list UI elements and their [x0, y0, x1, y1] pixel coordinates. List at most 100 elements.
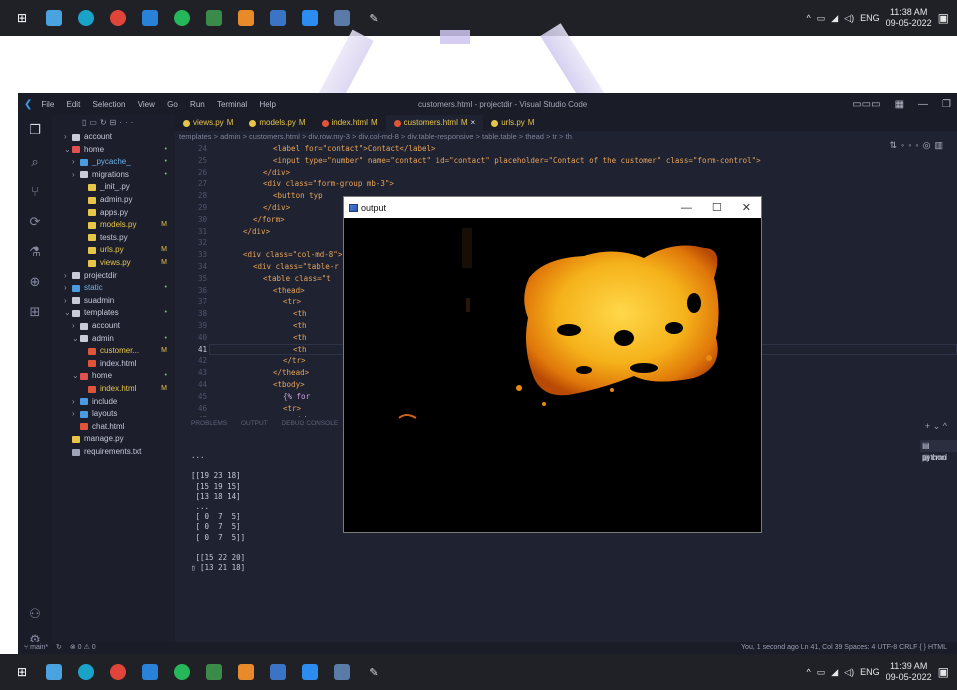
volume-icon[interactable]: ◁)	[844, 13, 854, 24]
git-branch[interactable]: main*	[30, 644, 48, 651]
problems-count[interactable]: ⊗ 0 ⚠ 0	[70, 644, 96, 651]
vscode-icon[interactable]	[142, 664, 158, 680]
menu-file[interactable]: File	[41, 100, 54, 109]
notification-icon[interactable]: ▣	[938, 11, 949, 25]
tab-debug-console[interactable]: DEBUG CONSOLE	[281, 420, 338, 427]
output-minimize-button[interactable]: —	[681, 202, 692, 214]
python-icon[interactable]	[270, 664, 286, 680]
testing-icon[interactable]: ⚗	[27, 245, 43, 261]
grid-layout-icon[interactable]: ▦	[895, 99, 904, 110]
feather-icon[interactable]: ✎	[366, 10, 382, 26]
zoom-icon[interactable]	[302, 664, 318, 680]
tab-urls-py[interactable]: urls.py M	[483, 115, 542, 131]
spotify-icon[interactable]	[174, 10, 190, 26]
python-icon[interactable]	[270, 10, 286, 26]
file-tree-item[interactable]: › suadmin	[52, 295, 175, 307]
file-tree-item[interactable]: › projectdir	[52, 270, 175, 282]
terminal-output[interactable]: ... [[19 23 18] [15 19 15] [13 18 14] ...…	[191, 451, 245, 573]
menu-edit[interactable]: Edit	[67, 100, 81, 109]
file-tree-item[interactable]: › include	[52, 396, 175, 408]
file-tree-item[interactable]: models.py M	[52, 219, 175, 231]
edge-browser-icon[interactable]	[78, 10, 94, 26]
language-indicator[interactable]: ENG	[860, 667, 880, 677]
windows-start-icon[interactable]: ⊞	[14, 10, 30, 26]
menu-terminal[interactable]: Terminal	[217, 100, 247, 109]
minimize-button[interactable]: —	[918, 99, 928, 110]
tab-views-py[interactable]: views.py M	[175, 115, 241, 131]
language-indicator[interactable]: ENG	[860, 13, 880, 23]
windows-start-icon[interactable]: ⊞	[14, 664, 30, 680]
clock[interactable]: 11:39 AM 09-05-2022	[886, 661, 932, 683]
file-tree-item[interactable]: › _pycache_ •	[52, 156, 175, 168]
clock[interactable]: 11:38 AM 09-05-2022	[886, 7, 932, 29]
chrome-browser-icon[interactable]	[110, 10, 126, 26]
file-tree-item[interactable]: urls.py M	[52, 244, 175, 256]
file-tree-item[interactable]: manage.py	[52, 433, 175, 445]
notification-icon[interactable]: ▣	[938, 665, 949, 679]
photos-icon[interactable]	[206, 10, 222, 26]
file-tree-item[interactable]: ⌄ admin •	[52, 333, 175, 345]
terminal-item-python[interactable]: ▤ python	[920, 440, 957, 462]
file-tree-item[interactable]: requirements.txt	[52, 446, 175, 458]
output-close-button[interactable]: ✕	[742, 201, 751, 214]
network-icon[interactable]: ▭	[817, 13, 826, 24]
restore-button[interactable]: ❐	[942, 99, 951, 110]
menu-view[interactable]: View	[138, 100, 155, 109]
layout-toggle-icon[interactable]: ▭▭▭	[852, 99, 880, 110]
network-icon[interactable]: ▭	[817, 667, 826, 678]
file-tree-item[interactable]: admin.py	[52, 194, 175, 206]
sublime-text-icon[interactable]	[238, 10, 254, 26]
file-tree-item[interactable]: chat.html	[52, 421, 175, 433]
refresh-icon[interactable]: ↻	[100, 118, 110, 127]
file-tree-item[interactable]: views.py M	[52, 257, 175, 269]
file-tree-item[interactable]: apps.py	[52, 207, 175, 219]
new-folder-icon[interactable]: ▭	[89, 118, 100, 127]
collapse-icon[interactable]: ⊟	[110, 118, 120, 127]
breadcrumb[interactable]: templates > admin > customers.html > div…	[175, 131, 957, 143]
account-icon[interactable]: ⚇	[27, 607, 43, 623]
spotify-icon[interactable]	[174, 664, 190, 680]
file-tree-item[interactable]: ⌄ home •	[52, 370, 175, 382]
more-icon[interactable]: ···	[119, 118, 136, 127]
output-maximize-button[interactable]: ☐	[712, 201, 722, 214]
file-tree-item[interactable]: › layouts	[52, 408, 175, 420]
file-tree-item[interactable]: _init_.py	[52, 181, 175, 193]
file-tree-item[interactable]: › account	[52, 131, 175, 143]
chevron-up-icon[interactable]: ^	[807, 13, 811, 23]
tab-close-icon[interactable]: ×	[471, 115, 476, 131]
zoom-icon[interactable]	[302, 10, 318, 26]
file-tree-item[interactable]: index.html	[52, 358, 175, 370]
wifi-icon[interactable]: ◢	[831, 13, 838, 24]
status-right[interactable]: You, 1 second ago Ln 41, Col 39 Spaces: …	[741, 642, 947, 654]
sublime-text-icon[interactable]	[238, 664, 254, 680]
app-icon[interactable]	[334, 664, 350, 680]
extensions-icon[interactable]: ⊞	[27, 305, 43, 321]
wifi-icon[interactable]: ◢	[831, 667, 838, 678]
chrome-browser-icon[interactable]	[110, 664, 126, 680]
explorer-icon[interactable]: ❐	[27, 123, 43, 139]
tab-problems[interactable]: PROBLEMS	[191, 420, 227, 427]
file-explorer-icon[interactable]	[46, 664, 62, 680]
source-control-icon[interactable]: ⑂	[27, 185, 43, 201]
remote-icon[interactable]: ⊕	[27, 275, 43, 291]
run-debug-icon[interactable]: ⟳	[27, 215, 43, 231]
menu-go[interactable]: Go	[167, 100, 178, 109]
chevron-up-icon[interactable]: ^	[943, 421, 947, 431]
menu-selection[interactable]: Selection	[93, 100, 126, 109]
tab-models-py[interactable]: models.py M	[241, 115, 313, 131]
chevron-down-icon[interactable]: ⌄	[933, 421, 941, 431]
file-tree-item[interactable]: tests.py	[52, 232, 175, 244]
file-tree-item[interactable]: › migrations •	[52, 169, 175, 181]
tab-customers-html[interactable]: customers.html M ×	[385, 115, 484, 131]
file-tree-item[interactable]: customer... M	[52, 345, 175, 357]
file-tree-item[interactable]: › static •	[52, 282, 175, 294]
app-icon[interactable]	[334, 10, 350, 26]
terminal-item-cmd[interactable]: ▤ cmd	[920, 452, 957, 464]
menu-run[interactable]: Run	[190, 100, 205, 109]
photos-icon[interactable]	[206, 664, 222, 680]
edge-browser-icon[interactable]	[78, 664, 94, 680]
file-tree-item[interactable]: › account	[52, 320, 175, 332]
chevron-up-icon[interactable]: ^	[807, 667, 811, 677]
file-tree-item[interactable]: index.html M	[52, 383, 175, 395]
tab-output[interactable]: OUTPUT	[241, 420, 268, 427]
